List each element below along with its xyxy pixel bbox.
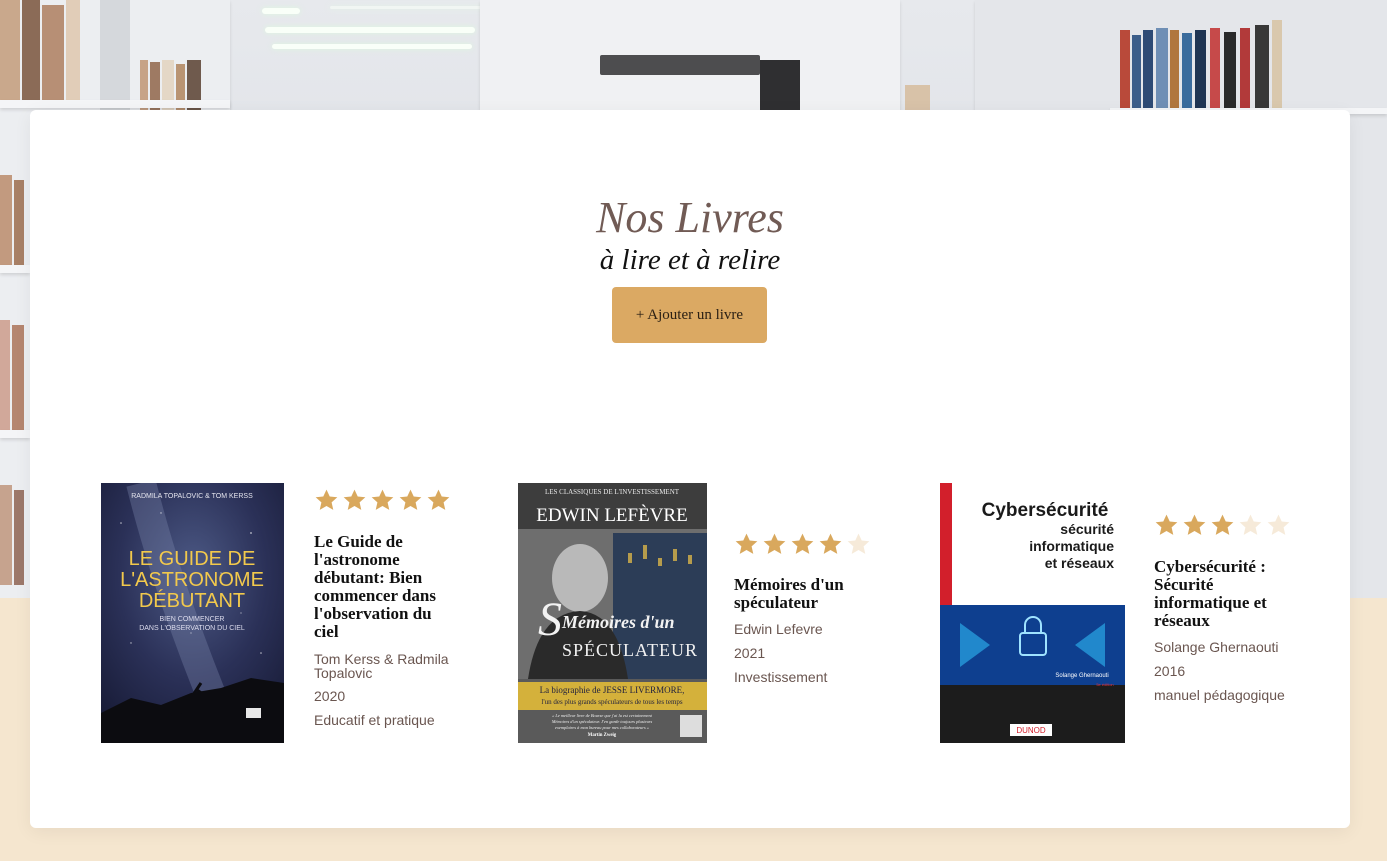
cover-quote-author: Martin Zweig (588, 733, 617, 738)
book-title[interactable]: Le Guide de l'astronome débutant: Bien c… (314, 533, 464, 641)
star-filled-icon (1211, 514, 1234, 535)
cover-quote-line: Mémoires d'un spéculateur. J'en garde to… (551, 719, 653, 724)
cover-quote-line: « Le meilleur livre de Bourse que j'ai l… (552, 713, 653, 718)
cover-title-line: LE GUIDE DE (129, 548, 256, 570)
book-title[interactable]: Cybersécurité : Sécurité informatique et… (1154, 558, 1304, 630)
book-title-line: commencer dans (314, 586, 436, 605)
book-title-line: débutant: Bien (314, 568, 423, 587)
star-filled-icon (371, 489, 394, 510)
book-category: manuel pédagogique (1154, 687, 1285, 703)
cover-edition: 5e édition (1096, 682, 1113, 687)
books-card: Nos Livres à lire et à relire + Ajouter … (30, 110, 1350, 828)
cover-subtitle-line: et réseaux (1045, 555, 1114, 571)
rating-stars (1154, 513, 1291, 538)
cover-publisher: DUNOD (1016, 726, 1046, 735)
book-author: Solange Ghernaouti (1154, 640, 1279, 654)
book-category: Investissement (734, 669, 828, 685)
cover-authors: RADMILA TOPALOVIC & TOM KERSS (131, 493, 253, 500)
cover-band-line: La biographie de JESSE LIVERMORE, (540, 685, 685, 695)
cover-title: Cybersécurité (982, 500, 1109, 521)
book-title-line: Sécurité (1154, 575, 1214, 594)
page-title: Nos Livres (596, 193, 784, 242)
book-title-line: spéculateur (734, 593, 819, 612)
book-title-line: Le Guide de (314, 532, 403, 551)
star-filled-icon (763, 533, 786, 554)
add-book-button[interactable]: + Ajouter un livre (612, 287, 767, 343)
star-filled-icon (315, 489, 338, 510)
cover-subtitle-line: DANS L'OBSERVATION DU CIEL (139, 625, 245, 632)
book-title-line: Cybersécurité : (1154, 557, 1266, 576)
rating-stars (734, 532, 871, 557)
book-category: Educatif et pratique (314, 712, 435, 728)
star-filled-icon (427, 489, 450, 510)
book-title-line: l'observation du (314, 604, 432, 623)
cover-title-line: SPÉCULATEUR (562, 639, 697, 660)
book-title-line: réseaux (1154, 611, 1210, 630)
cover-series: LES CLASSIQUES DE L'INVESTISSEMENT (545, 488, 680, 496)
svg-text:S: S (538, 593, 562, 646)
cover-subtitle-line: BIEN COMMENCER (160, 616, 225, 623)
book-author: Edwin Lefevre (734, 622, 823, 636)
book-title-line: l'astronome (314, 550, 400, 569)
book-year: 2016 (1154, 663, 1186, 679)
book-author-line: Solange Ghernaouti (1154, 639, 1279, 655)
book-author-line: Tom Kerss & Radmila (314, 651, 449, 667)
star-filled-icon (399, 489, 422, 510)
cover-quote-line: exemplaires à mon bureau pour mes collab… (555, 725, 649, 730)
book-cover-astronome[interactable]: RADMILA TOPALOVIC & TOM KERSS LE GUIDE D… (101, 483, 284, 743)
book-year: 2020 (314, 688, 346, 704)
book-author-line: Topalovic (314, 665, 373, 681)
star-filled-icon (1183, 514, 1206, 535)
book-author-line: Edwin Lefevre (734, 621, 823, 637)
cover-band-line: l'un des plus grands spéculateurs de tou… (541, 698, 683, 706)
cover-author: Solange Ghernaouti (1055, 673, 1108, 679)
star-filled-icon (343, 489, 366, 510)
cover-author: EDWIN LEFÈVRE (536, 504, 687, 526)
page-subtitle: à lire et à relire (599, 244, 781, 276)
rating-stars (314, 488, 451, 513)
star-filled-icon (735, 533, 758, 554)
star-empty-icon (1239, 514, 1262, 535)
star-filled-icon (819, 533, 842, 554)
book-author: Tom Kerss & Radmila Topalovic (314, 652, 449, 680)
book-title-line: ciel (314, 622, 339, 641)
book-cover-cybersecurite[interactable]: Cybersécurité sécurité informatique et r… (940, 483, 1125, 743)
star-filled-icon (1155, 514, 1178, 535)
book-title-line: informatique et (1154, 593, 1267, 612)
book-title[interactable]: Mémoires d'un spéculateur (734, 576, 884, 612)
book-cover-speculateur[interactable]: LES CLASSIQUES DE L'INVESTISSEMENT EDWIN… (518, 483, 707, 743)
cover-subtitle-line: sécurité (1060, 521, 1114, 537)
cover-title-line: DÉBUTANT (139, 589, 245, 612)
cover-title-line: L'ASTRONOME (120, 569, 264, 591)
star-filled-icon (791, 533, 814, 554)
cover-subtitle-line: informatique (1029, 538, 1114, 554)
star-empty-icon (1267, 514, 1290, 535)
book-year: 2021 (734, 645, 766, 661)
book-title-line: Mémoires d'un (734, 575, 844, 594)
star-empty-icon (847, 533, 870, 554)
cover-title-line: Mémoires d'un (561, 612, 675, 632)
